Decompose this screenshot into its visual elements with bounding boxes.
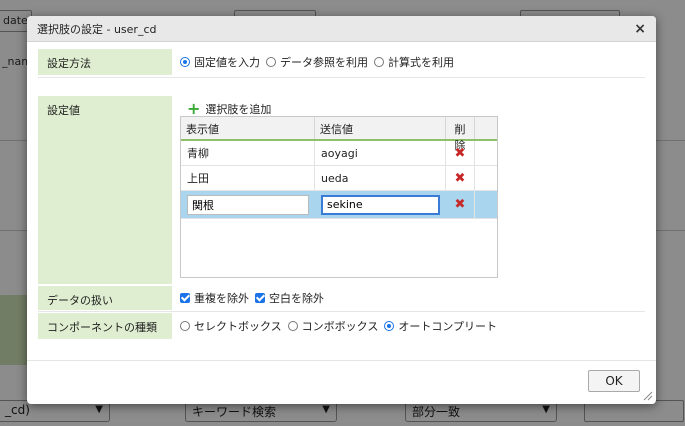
choices-dialog: 選択肢の設定 - user_cd × 設定方法 固定値を入力 データ参照を利用 …	[27, 16, 656, 404]
column-header-value: 送信値	[315, 117, 446, 139]
component-row: コンポーネントの種類 セレクトボックス コンボボックス オートコンプリート	[38, 313, 645, 339]
dedupe-label: 重複を除外	[194, 292, 249, 305]
radio-icon[interactable]	[266, 57, 276, 67]
handling-options: 重複を除外 空白を除外	[172, 286, 645, 310]
radio-icon[interactable]	[180, 57, 190, 67]
method-option-fixed[interactable]: 固定値を入力	[180, 54, 260, 70]
component-option-autocomplete[interactable]: オートコンプリート	[384, 318, 497, 334]
method-option-formula[interactable]: 計算式を利用	[374, 54, 454, 70]
delete-icon[interactable]: ✖	[455, 146, 466, 161]
method-row: 設定方法 固定値を入力 データ参照を利用 計算式を利用	[38, 49, 645, 75]
delete-icon[interactable]: ✖	[455, 171, 466, 186]
column-header-display: 表示値	[181, 117, 315, 139]
component-option-combo[interactable]: コンボボックス	[287, 318, 379, 334]
grid-header: 表示値 送信値 削除	[181, 117, 497, 152]
handling-label: データの扱い	[38, 286, 172, 310]
choices-grid: 表示値 送信値 削除 青柳 aoyagi ✖ 上田 ueda ✖ ✖	[180, 116, 498, 278]
cell-value[interactable]: aoyagi	[315, 141, 446, 165]
delete-row-button[interactable]: ✖	[446, 166, 475, 190]
add-choice-label: 選択肢を追加	[205, 103, 272, 116]
resize-grip-icon[interactable]	[643, 391, 653, 401]
component-option-label: セレクトボックス	[194, 320, 282, 333]
method-options: 固定値を入力 データ参照を利用 計算式を利用	[172, 49, 645, 75]
cell-display-edit[interactable]	[181, 191, 315, 218]
delete-icon[interactable]: ✖	[455, 197, 466, 212]
column-header-delete: 削除	[446, 117, 475, 152]
method-option-label: 計算式を利用	[388, 56, 454, 69]
dialog-titlebar: 選択肢の設定 - user_cd ×	[27, 16, 656, 42]
display-input[interactable]	[187, 194, 309, 215]
method-option-label: データ参照を利用	[280, 56, 368, 69]
ok-button[interactable]: OK	[588, 370, 640, 392]
radio-icon[interactable]	[287, 321, 298, 331]
divider	[38, 311, 645, 312]
checkbox-checked-icon[interactable]	[180, 293, 190, 303]
cell-display[interactable]: 上田	[181, 166, 315, 190]
values-label: 設定値	[38, 96, 172, 284]
checkbox-checked-icon[interactable]	[255, 293, 265, 303]
dialog-title: 選択肢の設定 - user_cd	[37, 22, 157, 36]
radio-icon[interactable]	[180, 321, 190, 331]
table-row[interactable]: 上田 ueda ✖	[181, 166, 497, 191]
delete-row-button[interactable]: ✖	[446, 141, 475, 165]
add-choice-button[interactable]: + 選択肢を追加	[187, 101, 271, 117]
divider	[38, 77, 645, 78]
component-options: セレクトボックス コンボボックス オートコンプリート	[172, 313, 645, 339]
table-row-editing[interactable]: ✖	[181, 191, 497, 219]
cell-value[interactable]: ueda	[315, 166, 446, 190]
close-icon[interactable]: ×	[634, 21, 646, 37]
handling-row: データの扱い 重複を除外 空白を除外	[38, 286, 645, 310]
table-row[interactable]: 青柳 aoyagi ✖	[181, 141, 497, 166]
dedupe-checkbox[interactable]: 重複を除外	[180, 290, 249, 306]
footer-divider	[27, 360, 656, 361]
skip-blank-label: 空白を除外	[269, 292, 324, 305]
plus-icon: +	[187, 99, 201, 118]
method-label: 設定方法	[38, 49, 172, 75]
method-option-label: 固定値を入力	[194, 56, 260, 69]
value-input[interactable]	[321, 194, 440, 215]
delete-row-button[interactable]: ✖	[446, 191, 475, 218]
component-option-label: コンボボックス	[301, 320, 379, 333]
skip-blank-checkbox[interactable]: 空白を除外	[255, 290, 324, 306]
radio-icon[interactable]	[384, 321, 395, 331]
radio-icon[interactable]	[374, 57, 384, 67]
component-label: コンポーネントの種類	[38, 313, 172, 339]
cell-display[interactable]: 青柳	[181, 141, 315, 165]
cell-value-edit[interactable]	[315, 191, 446, 218]
component-option-label: オートコンプリート	[398, 320, 498, 333]
method-option-data[interactable]: データ参照を利用	[266, 54, 368, 70]
component-option-select[interactable]: セレクトボックス	[180, 318, 282, 334]
